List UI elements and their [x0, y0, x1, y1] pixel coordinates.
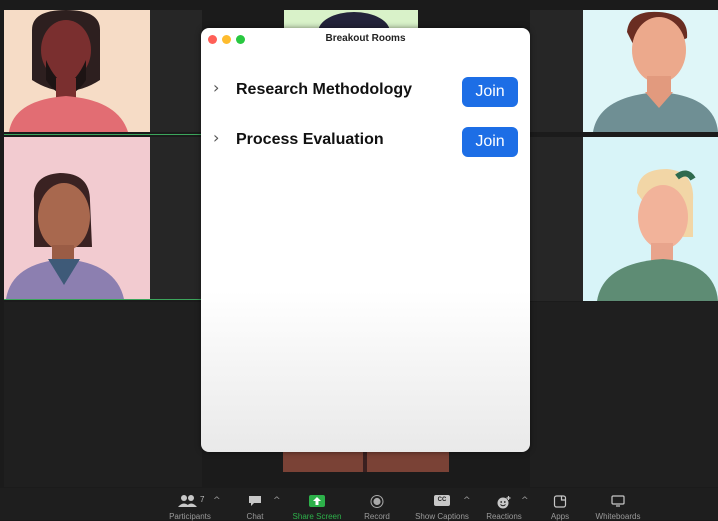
share-screen-icon — [309, 495, 325, 507]
participant-tile-6[interactable] — [283, 452, 449, 472]
dialog-titlebar: Breakout Rooms — [201, 28, 530, 50]
participant-avatar — [597, 169, 718, 301]
participant-tile-5[interactable] — [583, 137, 718, 301]
captions-options-caret[interactable]: ^ — [463, 496, 471, 506]
apps-icon — [553, 495, 567, 508]
room-name: Process Evaluation — [236, 131, 384, 148]
apps-button[interactable]: Apps — [542, 488, 578, 521]
reactions-button[interactable]: Reactions — [482, 488, 526, 521]
expand-chevron-icon[interactable]: › — [213, 128, 219, 147]
meeting-toolbar: 7 Participants ^ Chat ^ Share Screen Rec… — [0, 488, 718, 521]
participant-tile-3[interactable] — [583, 10, 718, 132]
expand-chevron-icon[interactable]: › — [213, 78, 219, 97]
active-speaker-border — [4, 134, 202, 135]
record-icon — [370, 495, 384, 508]
chat-icon — [249, 496, 261, 506]
breakout-room-row: › Research Methodology Join — [201, 75, 530, 109]
whiteboards-button[interactable]: Whiteboards — [590, 488, 646, 521]
participants-icon — [178, 495, 197, 507]
participant-tile-1[interactable] — [4, 10, 150, 132]
whiteboards-icon — [611, 495, 625, 507]
participant-avatar — [9, 10, 128, 132]
record-button[interactable]: Record — [357, 488, 397, 521]
dialog-title: Breakout Rooms — [325, 33, 406, 44]
participant-tile-2[interactable] — [284, 10, 418, 30]
room-name: Research Methodology — [236, 81, 413, 98]
active-speaker-border — [4, 299, 202, 300]
chat-options-caret[interactable]: ^ — [273, 496, 281, 506]
chat-button[interactable]: Chat — [235, 488, 275, 521]
participant-avatar — [593, 11, 718, 132]
participant-avatar — [283, 452, 449, 472]
participant-tile-4[interactable] — [4, 137, 150, 299]
participant-avatar — [318, 12, 390, 30]
participant-avatar — [6, 173, 124, 299]
participants-button[interactable]: 7 Participants — [160, 488, 220, 521]
breakout-room-row: › Process Evaluation Join — [201, 125, 530, 159]
reactions-options-caret[interactable]: ^ — [521, 496, 529, 506]
participant-count: 7 — [200, 495, 205, 504]
participants-options-caret[interactable]: ^ — [213, 496, 221, 506]
reactions-icon — [497, 496, 511, 509]
captions-icon: CC — [434, 495, 450, 506]
join-room-button[interactable]: Join — [462, 127, 518, 157]
breakout-rooms-dialog: Breakout Rooms › Research Methodology Jo… — [201, 28, 530, 452]
share-screen-button[interactable]: Share Screen — [287, 488, 347, 521]
join-room-button[interactable]: Join — [462, 77, 518, 107]
